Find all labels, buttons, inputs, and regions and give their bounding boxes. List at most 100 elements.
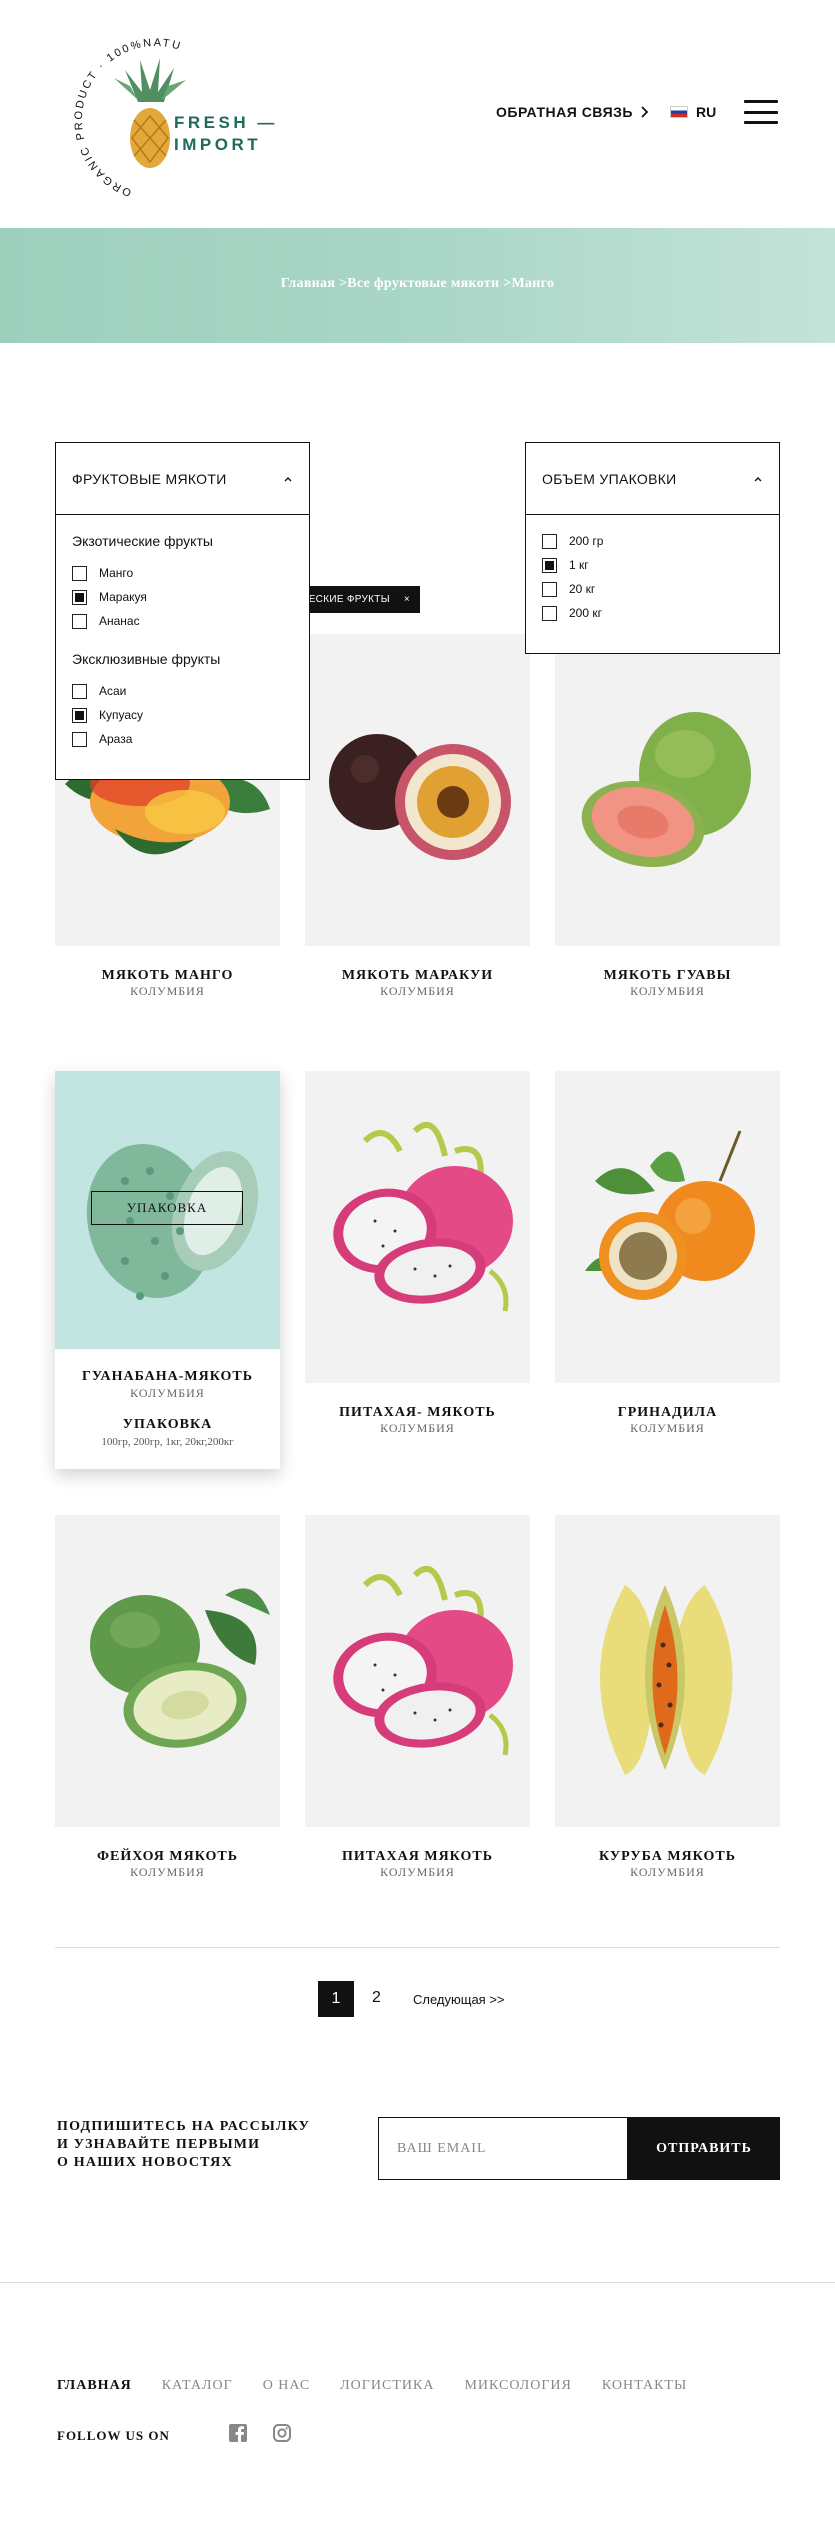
filter-option-cupuacu[interactable]: Купуасу [72, 703, 293, 727]
logo-name-1: FRESH — [174, 113, 278, 132]
language-switcher[interactable]: RU [670, 104, 716, 120]
logo[interactable]: ORGANIC PRODUCT · 100%NATURAL · FRESH — … [45, 11, 290, 210]
product-card-curuba[interactable] [555, 1515, 780, 1827]
logo-graphic: ORGANIC PRODUCT · 100%NATURAL · FRESH — … [45, 11, 278, 198]
product-origin: КОЛУМБИЯ [380, 1421, 455, 1435]
footer-link-mixology[interactable]: МИКСОЛОГИЯ [464, 2378, 571, 2394]
russia-flag-icon [670, 106, 688, 118]
newsletter-line: И УЗНАВАЙТЕ ПЕРВЫМИ [57, 2137, 261, 2152]
category-filter: ФРУКТОВЫЕ МЯКОТИ Экзотические фрукты Ман… [55, 442, 310, 780]
product-card-pitahaya-2[interactable] [305, 1515, 530, 1827]
breadcrumb-home[interactable]: Главная [281, 276, 335, 291]
product-card-pitahaya[interactable] [305, 1071, 530, 1383]
footer-link-catalog[interactable]: КАТАЛОГ [162, 2378, 233, 2394]
breadcrumb: Главная >Все фруктовые мякоти >Манго [0, 276, 835, 292]
chevron-up-icon [284, 476, 292, 481]
option-label: Ананас [99, 614, 140, 628]
product-card-granadilla[interactable] [555, 1071, 780, 1383]
product-name[interactable]: ФЕЙХОЯ МЯКОТЬ [55, 1849, 280, 1865]
next-page-link[interactable]: Следующая >> [413, 1992, 505, 2007]
checkbox[interactable] [72, 683, 87, 699]
pack-button[interactable]: УПАКОВКА [91, 1191, 243, 1225]
checkbox[interactable] [542, 557, 557, 573]
product-origin: КОЛУМБИЯ [380, 984, 455, 998]
checkbox[interactable] [72, 707, 87, 723]
filter-option-acai[interactable]: Асаи [72, 679, 293, 703]
divider [0, 2282, 835, 2283]
footer-link-contacts[interactable]: КОНТАКТЫ [602, 2378, 687, 2394]
submit-button[interactable]: ОТПРАВИТЬ [628, 2117, 780, 2180]
filter-group-title: Экзотические фрукты [72, 533, 213, 549]
filter-option-200kg[interactable]: 200 кг [542, 601, 763, 625]
volume-filter: ОБЪЕМ УПАКОВКИ 200 гр 1 кг 20 кг 200 кг [525, 442, 780, 654]
product-origin: КОЛУМБИЯ [130, 1386, 205, 1400]
product-name[interactable]: МЯКОТЬ ГУАВЫ [555, 968, 780, 984]
filter-group-title: Эксклюзивные фрукты [72, 651, 221, 667]
product-name[interactable]: МЯКОТЬ МАРАКУИ [305, 968, 530, 984]
pitahaya-image [333, 1122, 513, 1312]
product-name[interactable]: ПИТАХАЯ МЯКОТЬ [305, 1849, 530, 1865]
footer-link-home[interactable]: ГЛАВНАЯ [57, 2378, 132, 2394]
checkbox[interactable] [72, 565, 87, 581]
product-card-guava[interactable] [555, 634, 780, 946]
product-card-guanabana[interactable]: УПАКОВКА ГУАНАБАНА-МЯКОТЬ КОЛУМБИЯ УПАКО… [55, 1071, 280, 1469]
guava-image [581, 712, 751, 868]
product-card-passionfruit[interactable] [305, 634, 530, 946]
option-label: 20 кг [569, 582, 596, 596]
logo-name-2: IMPORT [174, 135, 261, 154]
footer-link-about[interactable]: О НАС [263, 2378, 310, 2394]
volume-filter-toggle[interactable]: ОБЪЕМ УПАКОВКИ [526, 443, 779, 515]
filter-option-mango[interactable]: Манго [72, 561, 293, 585]
product-name[interactable]: КУРУБА МЯКОТЬ [555, 1849, 780, 1865]
checkbox[interactable] [72, 731, 87, 747]
breadcrumb-separator: > [335, 276, 348, 291]
divider [55, 1947, 780, 1948]
page-1-button[interactable]: 1 [318, 1981, 354, 2017]
page-2-button[interactable]: 2 [372, 1989, 381, 2007]
breadcrumb-separator: > [499, 276, 512, 291]
pack-title: УПАКОВКА [122, 1417, 213, 1432]
active-filter-chip[interactable]: ЧЕСКИЕ ФРУКТЫ × [300, 586, 420, 613]
language-label: RU [696, 104, 717, 120]
footer-link-logistics[interactable]: ЛОГИСТИКА [340, 2378, 434, 2394]
filter-option-20kg[interactable]: 20 кг [542, 577, 763, 601]
checkbox[interactable] [542, 605, 557, 621]
product-origin: КОЛУМБИЯ [630, 1421, 705, 1435]
category-filter-toggle[interactable]: ФРУКТОВЫЕ МЯКОТИ [56, 443, 309, 515]
product-name[interactable]: МЯКОТЬ МАНГО [55, 968, 280, 984]
close-icon[interactable]: × [404, 594, 410, 605]
option-label: Купуасу [99, 708, 144, 722]
filter-option-pineapple[interactable]: Ананас [72, 609, 293, 633]
checkbox[interactable] [72, 589, 87, 605]
passionfruit-image [329, 734, 511, 860]
email-field[interactable]: ВАШ EMAIL [378, 2117, 628, 2180]
product-name[interactable]: ПИТАХАЯ- МЯКОТЬ [305, 1405, 530, 1421]
menu-icon[interactable] [744, 100, 778, 124]
option-label: 1 кг [569, 558, 589, 572]
product-name[interactable]: ГРИНАДИЛА [555, 1405, 780, 1421]
product-origin: КОЛУМБИЯ [630, 984, 705, 998]
checkbox[interactable] [542, 581, 557, 597]
checkbox[interactable] [72, 613, 87, 629]
filter-option-araza[interactable]: Араза [72, 727, 293, 751]
product-name[interactable]: ГУАНАБАНА-МЯКОТЬ [55, 1369, 280, 1385]
newsletter-line: ПОДПИШИТЕСЬ НА РАССЫЛКУ [57, 2119, 311, 2134]
feedback-link[interactable]: ОБРАТНАЯ СВЯЗЬ [496, 104, 649, 120]
filter-option-1kg[interactable]: 1 кг [542, 553, 763, 577]
checkbox[interactable] [542, 533, 557, 549]
option-label: Манго [99, 566, 134, 580]
category-filter-title: ФРУКТОВЫЕ МЯКОТИ [72, 470, 227, 487]
product-origin: КОЛУМБИЯ [130, 1865, 205, 1879]
chevron-right-icon [641, 106, 649, 118]
filter-option-200g[interactable]: 200 гр [542, 529, 763, 553]
curuba-image [600, 1585, 733, 1775]
product-card-feijoa[interactable] [55, 1515, 280, 1827]
pack-sizes: 100гр, 200гр, 1кг, 20кг,200кг [101, 1436, 234, 1448]
option-label: Асаи [99, 684, 127, 698]
breadcrumb-catalog[interactable]: Все фруктовые мякоти [347, 276, 499, 291]
feijoa-image [90, 1588, 270, 1748]
instagram-icon[interactable] [272, 2423, 292, 2443]
product-origin: КОЛУМБИЯ [380, 1865, 455, 1879]
filter-option-passionfruit[interactable]: Маракуя [72, 585, 293, 609]
facebook-icon[interactable] [228, 2423, 248, 2443]
